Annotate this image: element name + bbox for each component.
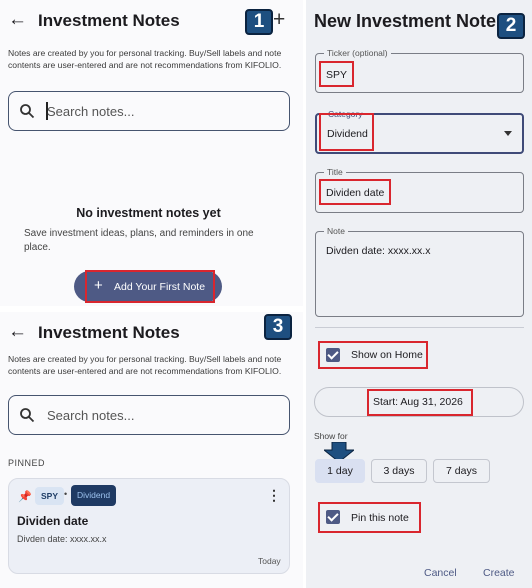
highlight-box (367, 389, 473, 416)
separator-dot: • (64, 489, 68, 499)
search-placeholder: Search notes... (47, 408, 135, 423)
search-icon (20, 408, 35, 423)
new-note-dialog: New Investment Note 2 Ticker (optional) … (306, 0, 532, 588)
create-button[interactable]: Create (483, 567, 515, 579)
highlight-box (318, 341, 428, 369)
note-card[interactable]: 📌 SPY • Dividend ⋮ Dividen date Divden d… (8, 478, 290, 574)
highlight-box (85, 270, 215, 303)
chevron-down-icon (504, 131, 512, 136)
disclaimer-text: Notes are created by you for personal tr… (8, 354, 282, 376)
ticker-label: Ticker (optional) (324, 48, 391, 59)
dialog-title: New Investment Note (314, 11, 497, 31)
cancel-button[interactable]: Cancel (424, 567, 457, 579)
empty-state-subtitle: Save investment ideas, plans, and remind… (24, 228, 254, 253)
show-for-option-7-days[interactable]: 7 days (433, 459, 490, 483)
step-badge: 1 (245, 9, 273, 35)
note-field[interactable]: Note Divden date: xxxx.xx.x (315, 226, 524, 317)
highlight-box (319, 61, 354, 87)
section-label: PINNED (8, 458, 46, 468)
category-chip: Dividend (71, 485, 117, 506)
empty-notes-screen: ← Investment Notes + 1 Notes are created… (0, 0, 303, 306)
arrow-left-icon[interactable]: ← (8, 321, 27, 343)
note-label: Note (324, 226, 348, 237)
divider (315, 327, 524, 328)
highlight-box (318, 502, 421, 533)
highlight-box (319, 179, 391, 205)
note-date: Today (258, 556, 281, 566)
notes-list-screen: ← Investment Notes 3 Notes are created b… (0, 312, 303, 588)
disclaimer-text: Notes are created by you for personal tr… (8, 48, 282, 70)
show-for-option-1-day[interactable]: 1 day (315, 459, 365, 483)
more-vert-icon[interactable]: ⋮ (267, 487, 281, 504)
highlight-box (319, 113, 374, 151)
pin-icon: 📌 (18, 491, 32, 503)
search-placeholder: Search notes... (47, 104, 135, 119)
arrow-left-icon[interactable]: ← (8, 9, 27, 31)
page-title: Investment Notes (38, 11, 180, 30)
step-badge: 2 (497, 13, 525, 39)
search-input[interactable]: Search notes... (8, 91, 290, 131)
show-for-option-3-days[interactable]: 3 days (371, 459, 427, 483)
page-title: Investment Notes (38, 323, 180, 342)
note-body: Divden date: xxxx.xx.x (17, 534, 107, 544)
search-input[interactable]: Search notes... (8, 395, 290, 435)
empty-state-title: No investment notes yet (76, 206, 221, 220)
note-title: Dividen date (17, 514, 89, 528)
note-value: Divden date: xxxx.xx.x (326, 245, 431, 257)
title-label: Title (324, 167, 346, 178)
ticker-chip: SPY (35, 487, 65, 505)
search-icon (20, 104, 35, 119)
plus-icon[interactable]: + (273, 8, 285, 32)
app-bar: ← Investment Notes (0, 312, 303, 352)
show-for-label: Show for (314, 431, 348, 441)
step-badge: 3 (264, 314, 292, 340)
